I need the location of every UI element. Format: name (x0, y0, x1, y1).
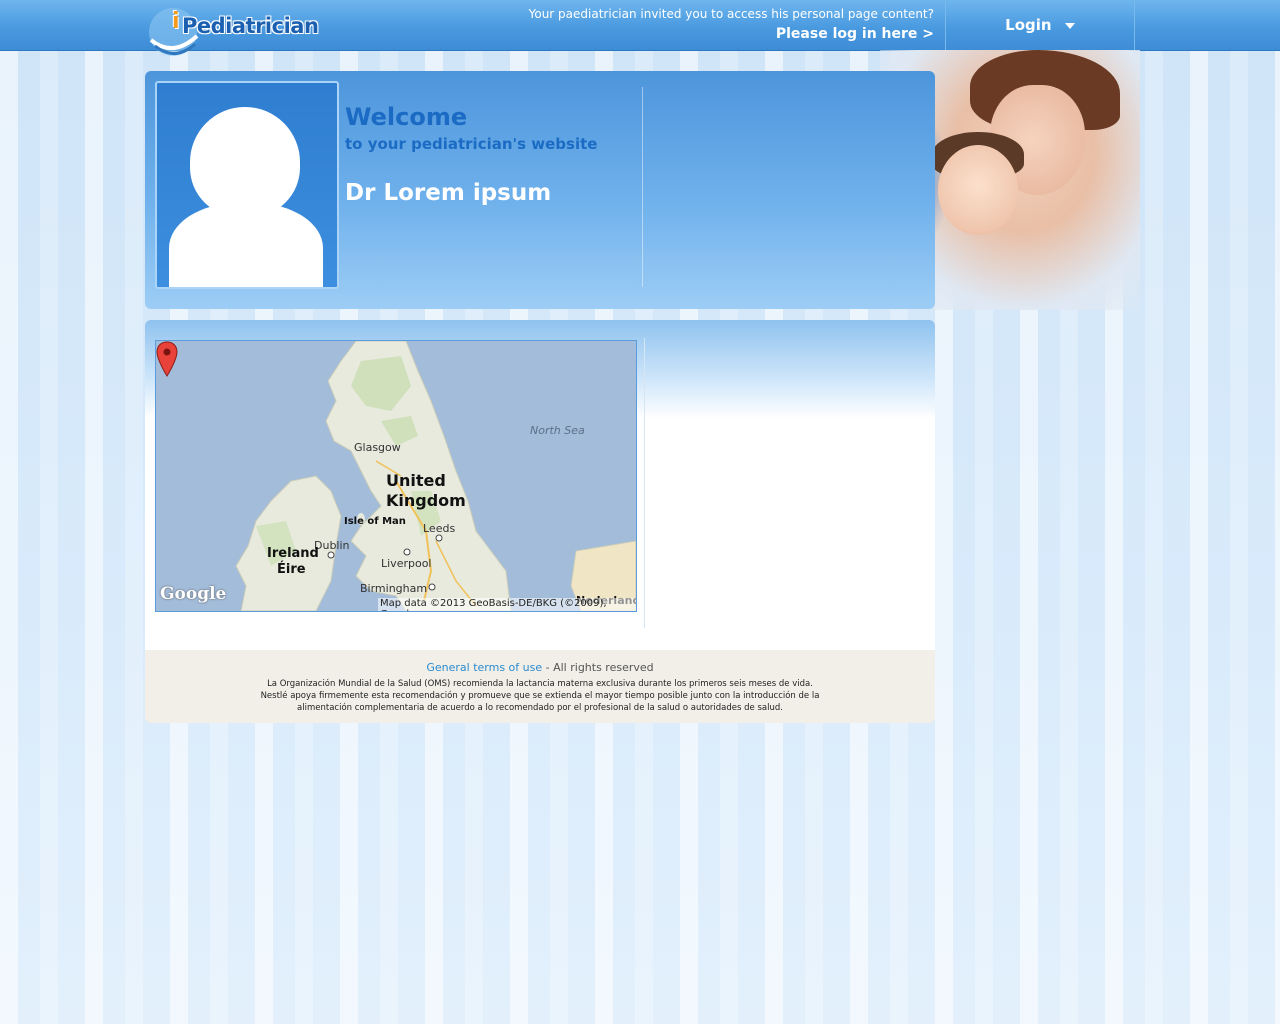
map-label-uk: United Kingdom (386, 471, 466, 510)
ipediatrician-logo[interactable]: i Pediatrician (145, 2, 319, 58)
map-label-glasgow: Glasgow (354, 441, 401, 454)
top-bar: i Pediatrician Your paediatrician invite… (0, 0, 1280, 56)
map-attribution[interactable]: Map data ©2013 GeoBasis-DE/BKG (©2009), … (378, 598, 636, 611)
welcome-subtitle: to your pediatrician's website (345, 135, 598, 153)
welcome-title: Welcome (345, 103, 468, 131)
map-panel: North Sea Glasgow United Kingdom Isle of… (145, 320, 935, 650)
map-label-north-sea: North Sea (530, 424, 585, 437)
map-label-liverpool: Liverpool (381, 557, 432, 570)
map-label-ireland: Ireland Éire (267, 546, 319, 577)
invite-block: Your paediatrician invited you to access… (529, 7, 934, 42)
map-label-isle-of-man: Isle of Man (344, 516, 406, 527)
logo-prefix: i (172, 9, 180, 34)
welcome-panel: Welcome to your pediatrician's website D… (145, 71, 935, 309)
terms-of-use-link[interactable]: General terms of use (426, 661, 542, 674)
location-map[interactable]: North Sea Glasgow United Kingdom Isle of… (155, 340, 637, 612)
doctor-name: Dr Lorem ipsum (345, 180, 552, 206)
footer-links: General terms of use - All rights reserv… (145, 661, 935, 674)
footer: General terms of use - All rights reserv… (145, 650, 935, 723)
rights-text: - All rights reserved (542, 661, 654, 674)
map-label-birmingham: Birmingham (360, 582, 428, 595)
chevron-down-icon (1064, 22, 1075, 29)
panel-divider (644, 338, 645, 628)
login-dropdown-button[interactable]: Login (945, 0, 1135, 50)
doctor-avatar (155, 81, 339, 289)
logo-text: Pediatrician (182, 14, 319, 38)
google-logo[interactable]: Google (160, 584, 226, 604)
map-label-dublin: Dublin (314, 539, 350, 552)
login-label: Login (1005, 16, 1052, 34)
user-silhouette-icon (190, 107, 300, 217)
map-label-leeds: Leeds (423, 522, 456, 535)
login-prompt-link[interactable]: Please log in here > (529, 26, 934, 42)
map-pin-icon[interactable] (156, 341, 178, 377)
legal-notice: La Organización Mundial de la Salud (OMS… (260, 679, 820, 713)
panel-divider (642, 87, 643, 287)
invite-text: Your paediatrician invited you to access… (528, 7, 934, 21)
